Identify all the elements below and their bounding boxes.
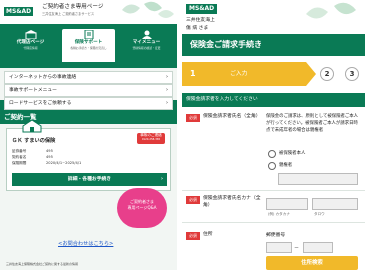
page-title: ご契約者さま専用ページ — [42, 4, 104, 10]
user-name: 傷 病 さま — [186, 26, 209, 31]
menu-label: ロードサービスをご依頼する — [9, 101, 72, 106]
menu-label: 事故サポートメニュー — [9, 88, 57, 93]
shop-icon — [24, 30, 37, 39]
step-current: 1 ご入力 — [182, 62, 316, 86]
policy-title: ＧＫ すまいの保険 — [12, 138, 56, 144]
row-key: 証券番号 — [12, 149, 27, 153]
left-phone: MS&AD ご契約者さま専用ページ 三井住友海上 ご契約者さまサービス 代理店ペ… — [0, 0, 177, 270]
nav-sub: 代理店情報 — [23, 46, 38, 50]
radio-label: 被保険者本人 — [279, 151, 306, 156]
main-nav: 代理店ページ 代理店情報 保険サポート 各種お手続き・保険の見直し マイメニュー… — [0, 24, 177, 68]
menu-road-service-item[interactable]: ロードサービスをご依頼する › — [4, 97, 173, 110]
zip-first-input[interactable] — [266, 242, 292, 253]
zip-dash: － — [294, 245, 300, 251]
section-header: 保険金請求者を入力してください — [182, 93, 365, 107]
row-key: 契約者名 — [12, 155, 27, 159]
nav-agent-page[interactable]: 代理店ページ 代理店情報 — [4, 29, 57, 62]
required-badge: 必須 — [186, 232, 200, 240]
radio-insured[interactable] — [268, 150, 276, 158]
period-row: 保険期間 2020/4/1~2025/4/1 — [12, 161, 162, 166]
radio-guardian[interactable] — [268, 162, 276, 170]
zip-second-input[interactable] — [303, 242, 333, 253]
kana-hint: タロウ — [314, 212, 325, 216]
details-button[interactable]: 詳細・各種お手続き › — [12, 173, 167, 186]
chevron-right-icon: › — [166, 87, 168, 93]
step-2: 2 — [320, 67, 334, 81]
page-subtitle: 三井住友海上 ご契約者さまサービス — [42, 12, 95, 16]
step-3: 3 — [345, 67, 359, 81]
document-icon — [84, 30, 93, 39]
radio-label: 親権者 — [279, 163, 293, 168]
badge-phone: 0120-258-365 — [141, 138, 161, 141]
step-number: 1 — [190, 69, 196, 78]
nav-label: マイメニュー — [132, 40, 161, 45]
chevron-right-icon: › — [166, 100, 168, 106]
contact-link[interactable]: <お問合わせはこちら> — [58, 240, 113, 247]
footer-text: 三井住友海上保険株式会社ご契約に関する最新の情報 — [6, 262, 79, 266]
page-title: 保険金ご請求手続き — [190, 40, 262, 49]
kana-hint: (例) カタカナ — [268, 212, 290, 216]
step-indicator: 1 ご入力 2 3 — [182, 62, 365, 86]
nav-sub: 登録情報の確認・変更 — [132, 46, 161, 50]
field-note: 保険金のご請求は、原則として被保険者ご本人が行ってください。被保険者ご本人が請求… — [266, 114, 359, 133]
nav-label: 保険サポート — [74, 40, 103, 45]
field-label: 住所 — [203, 232, 213, 237]
row-key: 保険期間 — [12, 161, 27, 165]
leaf-decoration-icon — [306, 2, 356, 19]
required-badge: 必須 — [186, 196, 200, 204]
nav-my-menu[interactable]: マイメニュー 登録情報の確認・変更 — [120, 29, 173, 62]
divider — [182, 190, 365, 191]
nav-sub: 各種お手続き・保険の見直し — [70, 46, 107, 50]
menu-accident-support[interactable]: 事故サポートメニュー › — [4, 84, 173, 97]
row-value: 495 — [46, 155, 53, 159]
details-label: 詳細・各種お手続き — [67, 177, 112, 182]
menu-label: インターネットからの事故連絡 — [9, 75, 77, 80]
faq-line2: 専用ページQ&A — [127, 205, 157, 210]
house-icon — [22, 119, 42, 133]
menu-accident-report[interactable]: インターネットからの事故連絡 › — [4, 71, 173, 84]
divider — [182, 222, 365, 223]
title-bar: 保険金ご請求手続き — [182, 34, 365, 56]
zip-label: 郵便番号 — [266, 233, 286, 238]
brand-logo: MS&AD — [186, 4, 218, 14]
field-label: 保険金請求者氏名カナ（全角） — [203, 196, 261, 208]
faq-bubble[interactable]: ご契約者さま 専用ページQ&A — [117, 188, 167, 228]
required-badge: 必須 — [186, 114, 200, 122]
field-label: 保険金請求者氏名（全角） — [203, 114, 261, 119]
step-arrow — [306, 62, 316, 86]
chevron-right-icon: › — [161, 177, 163, 182]
nav-insurance-support[interactable]: 保険サポート 各種お手続き・保険の見直し — [62, 29, 115, 62]
address-search-button[interactable]: 住所検索 — [266, 256, 358, 270]
company-name: 三井住友海上 — [186, 18, 215, 23]
header: MS&AD ご契約者さま専用ページ 三井住友海上 ご契約者さまサービス — [0, 0, 177, 24]
user-icon — [141, 30, 152, 39]
row-value: 495 — [46, 149, 53, 153]
kana-sei-input[interactable] — [266, 198, 308, 210]
chevron-right-icon: › — [166, 74, 168, 80]
accident-contact-badge[interactable]: 事故のご連絡 0120-258-365 — [137, 133, 165, 144]
brand-logo: MS&AD — [4, 7, 34, 16]
nav-label: 代理店ページ — [16, 40, 45, 45]
step-label: ご入力 — [230, 71, 248, 77]
guardian-name-input[interactable] — [278, 173, 358, 185]
kana-mei-input[interactable] — [312, 198, 358, 210]
contract-card: ＧＫ すまいの保険 事故のご連絡 0120-258-365 証券番号 495 契約… — [6, 119, 171, 191]
policy-number-row: 証券番号 495 — [12, 149, 162, 154]
leaf-decoration-icon — [122, 1, 174, 18]
contractor-row: 契約者名 495 — [12, 155, 162, 160]
right-phone: MS&AD 三井住友海上 傷 病 さま 保険金ご請求手続き 1 ご入力 2 3 … — [182, 0, 365, 270]
row-value: 2020/4/1~2025/4/1 — [46, 161, 82, 165]
